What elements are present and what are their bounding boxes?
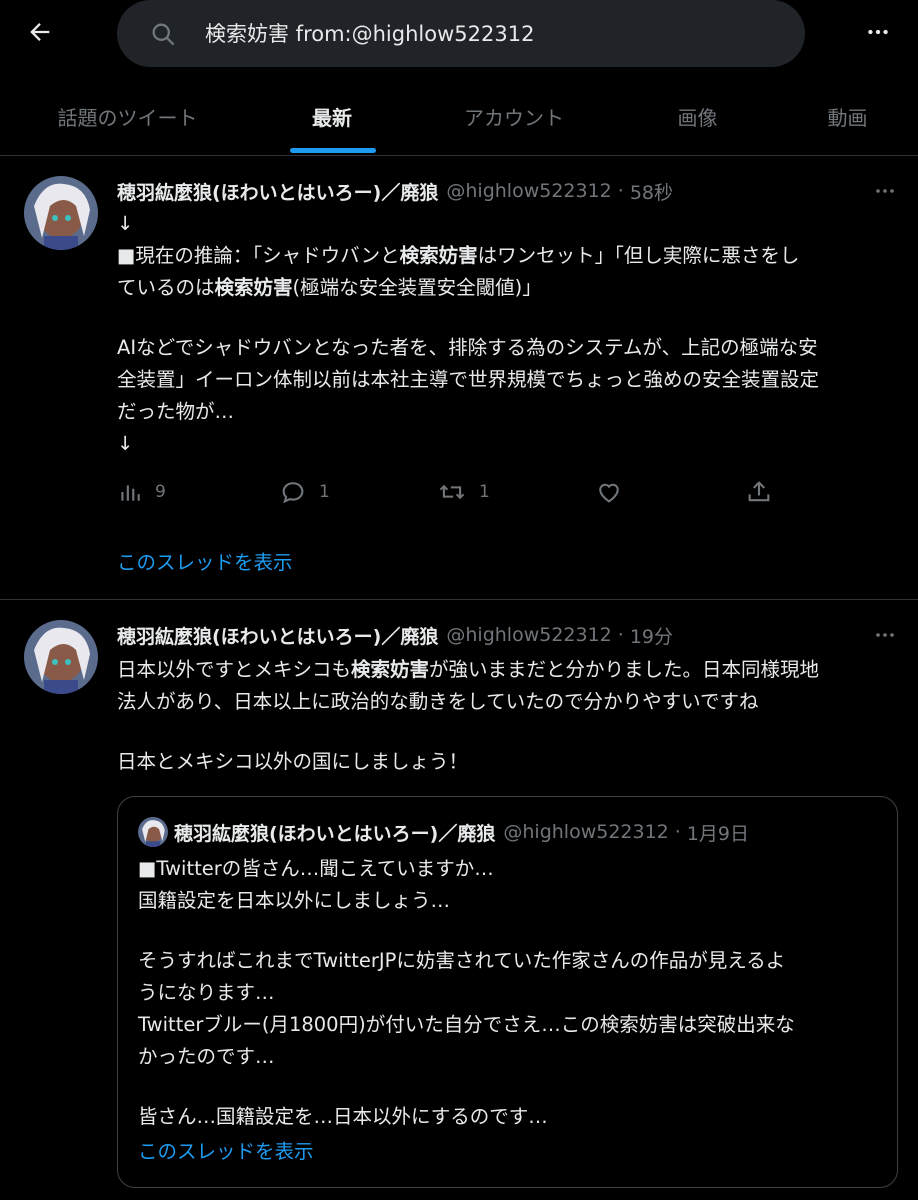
tab-images[interactable]: 画像 [640, 78, 755, 155]
quote-line: うになります… [138, 981, 275, 1004]
views-count: 9 [155, 482, 166, 502]
quote-line: そうすればこれまでTwitterJPに妨害されていた作家さんの作品が見えるよ [138, 949, 786, 972]
tweet-header: 穂羽紘麼狼(ほわいとはいろー)／廃狼 @highlow522312 · 19分 [117, 620, 673, 650]
quote-line: ■Twitterの皆さん…聞こえていますか… [138, 857, 494, 880]
back-button[interactable] [22, 14, 58, 50]
tweet[interactable]: 穂羽紘麼狼(ほわいとはいろー)／廃狼 @highlow522312 · 58秒 … [0, 156, 918, 600]
quote-text: ■Twitterの皆さん…聞こえていますか… 国籍設定を日本以外にしましょう… … [138, 853, 883, 1133]
tab-videos[interactable]: 動画 [790, 78, 905, 155]
retweet-count: 1 [479, 482, 490, 502]
tweet-line: 日本以外ですとメキシコも検索妨害が強いままだと分かりました。日本同様現地 [117, 658, 820, 681]
show-thread-link[interactable]: このスレッドを表示 [138, 1135, 314, 1164]
search-icon [152, 23, 175, 46]
tweet-line: 全装置」イーロン体制以前は本社主導で世界規模でちょっと強めの安全装置設定 [117, 368, 820, 391]
tweet-line: だった物が… [117, 400, 235, 423]
avatar[interactable] [24, 620, 98, 694]
highlight-keyword: 検索妨害 [351, 658, 430, 681]
tab-latest[interactable]: 最新 [272, 78, 392, 155]
tweet-line: ているのは検索妨害(極端な安全装置安全閾値)」 [117, 276, 542, 299]
tab-top[interactable]: 話題のツイート [30, 78, 225, 155]
top-bar [0, 0, 918, 68]
tweet-line: AIなどでシャドウバンとなった者を、排除する為のシステムが、上記の極端な安 [117, 336, 818, 359]
author-name[interactable]: 穂羽紘麼狼(ほわいとはいろー)／廃狼 [117, 178, 438, 205]
like-button[interactable] [595, 476, 623, 508]
tweet-line: ↓ [117, 432, 134, 455]
quote-header: 穂羽紘麼狼(ほわいとはいろー)／廃狼 @highlow522312 · 1月9日 [174, 817, 749, 847]
quote-line: かったのです… [138, 1045, 275, 1068]
author-handle[interactable]: @highlow522312 [446, 624, 611, 646]
retweet-button[interactable]: 1 [437, 476, 490, 508]
tweet-line: 日本とメキシコ以外の国にしましょう！ [117, 750, 469, 773]
tweet-text: ↓ ■現在の推論：「シャドウバンと検索妨害はワンセット」「但し実際に悪さをし て… [117, 208, 897, 460]
heart-icon [599, 483, 619, 503]
quote-time: 1月9日 [686, 822, 750, 845]
views-chart-icon [121, 485, 140, 501]
more-options-button[interactable] [860, 14, 896, 50]
share-icon [748, 481, 770, 502]
separator-dot: · [674, 821, 681, 843]
author-handle[interactable]: @highlow522312 [446, 180, 611, 202]
avatar-image [138, 817, 168, 847]
more-dots-icon [868, 29, 888, 35]
search-tabs: 話題のツイート 最新 アカウント 画像 動画 [0, 78, 918, 156]
quote-line: 国籍設定を日本以外にしましょう… [138, 889, 451, 912]
quote-line: 皆さん…国籍設定を…日本以外にするのです… [138, 1105, 548, 1128]
highlight-keyword: 検索妨害 [214, 276, 293, 299]
tweet-line: ■現在の推論：「シャドウバンと検索妨害はワンセット」「但し実際に悪さをし [117, 244, 800, 267]
tweet-actions: 9 1 1 [117, 476, 797, 508]
quote-author-name: 穂羽紘麼狼(ほわいとはいろー)／廃狼 [174, 822, 496, 845]
highlight-keyword: 検索妨害 [399, 244, 478, 267]
avatar[interactable] [24, 176, 98, 250]
quoted-tweet[interactable]: 穂羽紘麼狼(ほわいとはいろー)／廃狼 @highlow522312 · 1月9日… [117, 796, 898, 1188]
separator-dot: · [617, 180, 624, 202]
tweet[interactable]: 穂羽紘麼狼(ほわいとはいろー)／廃狼 @highlow522312 · 19分 … [0, 600, 918, 1200]
quote-line: Twitterブルー(月1800円)が付いた自分でさえ…この検索妨害は突破出来な [138, 1013, 795, 1036]
active-tab-indicator [290, 148, 376, 153]
quote-avatar [138, 817, 168, 847]
share-button[interactable] [745, 476, 773, 508]
tweet-header: 穂羽紘麼狼(ほわいとはいろー)／廃狼 @highlow522312 · 58秒 [117, 176, 673, 206]
tweet-more-button[interactable] [868, 176, 902, 206]
tweet-line: ↓ [117, 212, 134, 235]
tab-accounts[interactable]: アカウント [440, 78, 588, 155]
search-input[interactable] [205, 14, 765, 52]
reply-count: 1 [319, 482, 330, 502]
tweet-time[interactable]: 19分 [630, 622, 673, 649]
author-name[interactable]: 穂羽紘麼狼(ほわいとはいろー)／廃狼 [117, 622, 438, 649]
back-arrow-icon [30, 23, 50, 41]
avatar-image [24, 620, 98, 694]
quote-author-handle: @highlow522312 [503, 821, 669, 843]
more-dots-icon [876, 189, 894, 193]
tweet-line: 法人があり、日本以上に政治的な動きをしていたので分かりやすいですね [117, 690, 759, 713]
more-dots-icon [876, 633, 894, 637]
avatar-image [24, 176, 98, 250]
tweet-text: 日本以外ですとメキシコも検索妨害が強いままだと分かりました。日本同様現地 法人が… [117, 654, 897, 778]
search-box[interactable] [117, 0, 805, 67]
views-button[interactable]: 9 [117, 476, 166, 508]
reply-button[interactable]: 1 [279, 476, 330, 508]
tweet-more-button[interactable] [868, 620, 902, 650]
retweet-icon [439, 484, 465, 500]
tweet-time[interactable]: 58秒 [630, 178, 673, 205]
show-thread-link[interactable]: このスレッドを表示 [117, 546, 293, 575]
reply-icon [282, 482, 304, 504]
separator-dot: · [617, 624, 624, 646]
